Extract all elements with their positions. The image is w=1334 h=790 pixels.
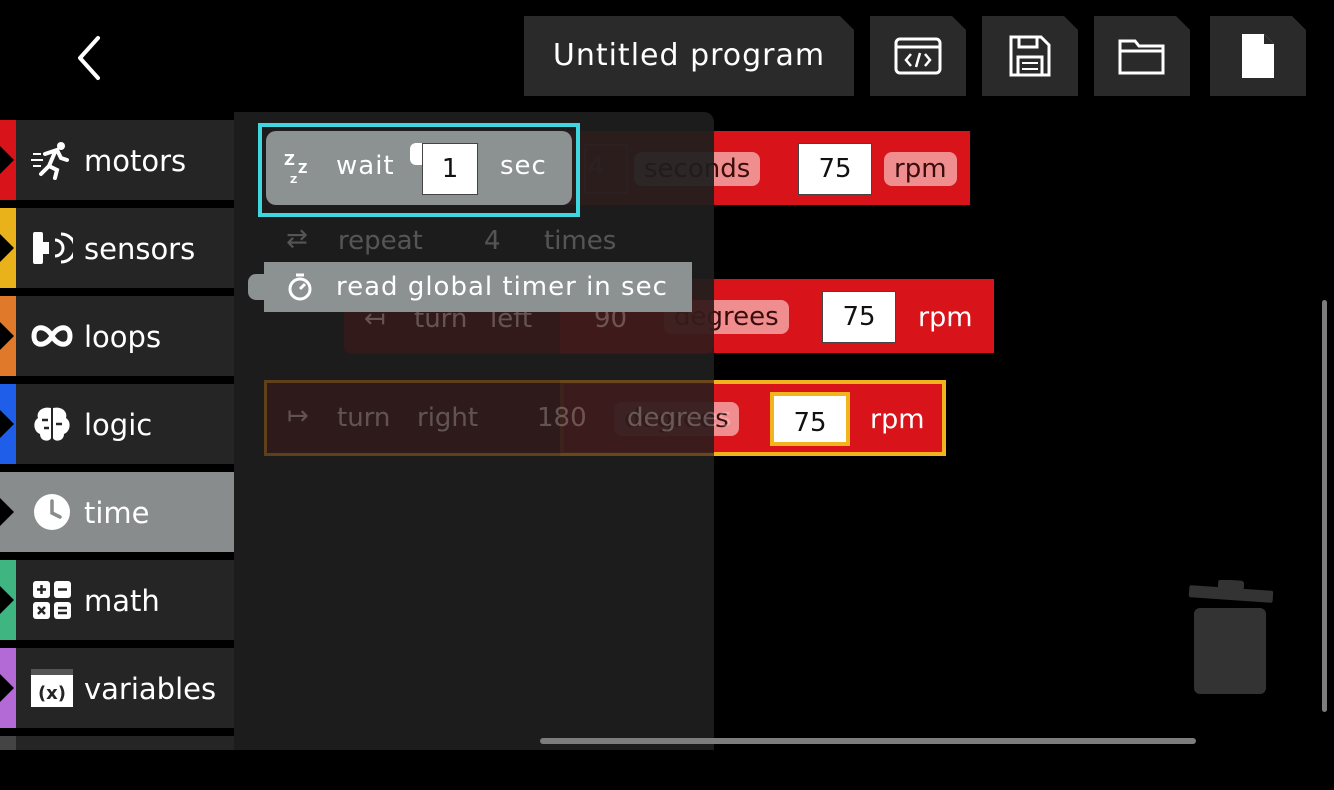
wait-seconds-input[interactable]: 1 [422, 143, 478, 195]
category-label: math [84, 584, 160, 618]
speed-input[interactable]: 75 [798, 143, 872, 195]
svg-text:(x): (x) [38, 683, 66, 704]
category-label: sensors [84, 232, 196, 266]
category-motors[interactable]: motors [0, 120, 234, 200]
new-file-icon [1238, 31, 1278, 81]
rpm-label: rpm [918, 302, 973, 333]
category-color [0, 472, 16, 552]
rpm-label: rpm [870, 404, 925, 435]
wait-block[interactable]: Z Z Z wait 1 sec [266, 131, 572, 205]
running-person-icon [30, 140, 74, 180]
category-more[interactable] [0, 736, 234, 790]
svg-text:Z: Z [284, 151, 295, 169]
calculator-icon [30, 580, 74, 620]
program-title: Untitled program [552, 38, 826, 73]
repeat-icon: ⇄ [286, 224, 308, 254]
brain-icon [30, 404, 74, 444]
horizontal-scrollbar[interactable] [540, 738, 1196, 744]
category-color [0, 560, 16, 640]
trash-button[interactable] [1188, 579, 1274, 696]
output-plug [248, 274, 264, 300]
arrow-right-icon: ↦ [287, 401, 309, 431]
save-button[interactable] [982, 16, 1078, 96]
category-logic[interactable]: logic [0, 384, 234, 464]
category-color [0, 296, 16, 376]
input-notch [410, 143, 422, 165]
category-loops[interactable]: loops [0, 296, 234, 376]
stopwatch-icon [288, 273, 312, 301]
back-button[interactable] [70, 30, 114, 86]
category-math[interactable]: math [0, 560, 234, 640]
code-icon [893, 36, 943, 76]
category-color [0, 648, 16, 728]
category-sensors[interactable]: sensors [0, 208, 234, 288]
program-title-button[interactable]: Untitled program [524, 16, 854, 96]
repeat-block-ghost: ⇄ repeat 4 times [286, 224, 617, 256]
category-color [0, 736, 16, 790]
category-color [0, 208, 16, 288]
category-label: motors [84, 144, 187, 178]
chevron-left-icon [78, 36, 100, 80]
sec-label: sec [500, 151, 547, 181]
wait-label: wait [336, 151, 395, 181]
trash-icon [1188, 579, 1274, 694]
svg-text:Z: Z [290, 175, 297, 185]
sleep-icon: Z Z Z [284, 151, 307, 185]
category-color [0, 384, 16, 464]
sensor-icon [30, 228, 74, 268]
turn-right-block-ghost: ↦ turn right 180 degrees [264, 380, 732, 456]
read-timer-label: read global timer in sec [336, 272, 668, 302]
read-timer-block[interactable]: read global timer in sec [248, 262, 692, 312]
variable-icon: (x) [30, 668, 74, 708]
rpm-label: rpm [884, 152, 957, 186]
open-folder-button[interactable] [1094, 16, 1190, 96]
category-label: time [84, 496, 150, 530]
category-label: variables [84, 672, 217, 706]
vertical-scrollbar[interactable] [1322, 300, 1327, 712]
turn-left-speed-input[interactable]: 75 [822, 291, 896, 343]
infinity-icon [30, 316, 74, 356]
category-time[interactable]: time [0, 472, 234, 552]
save-icon [1007, 33, 1053, 79]
code-view-button[interactable] [870, 16, 966, 96]
category-color [0, 120, 16, 200]
category-variables[interactable]: (x) variables [0, 648, 234, 728]
turn-right-speed-input[interactable]: 75 [770, 392, 850, 446]
category-label: loops [84, 320, 162, 354]
folder-icon [1117, 35, 1167, 77]
category-label: logic [84, 408, 153, 442]
clock-icon [30, 492, 74, 532]
svg-text:Z: Z [298, 162, 307, 177]
new-file-button[interactable] [1210, 16, 1306, 96]
